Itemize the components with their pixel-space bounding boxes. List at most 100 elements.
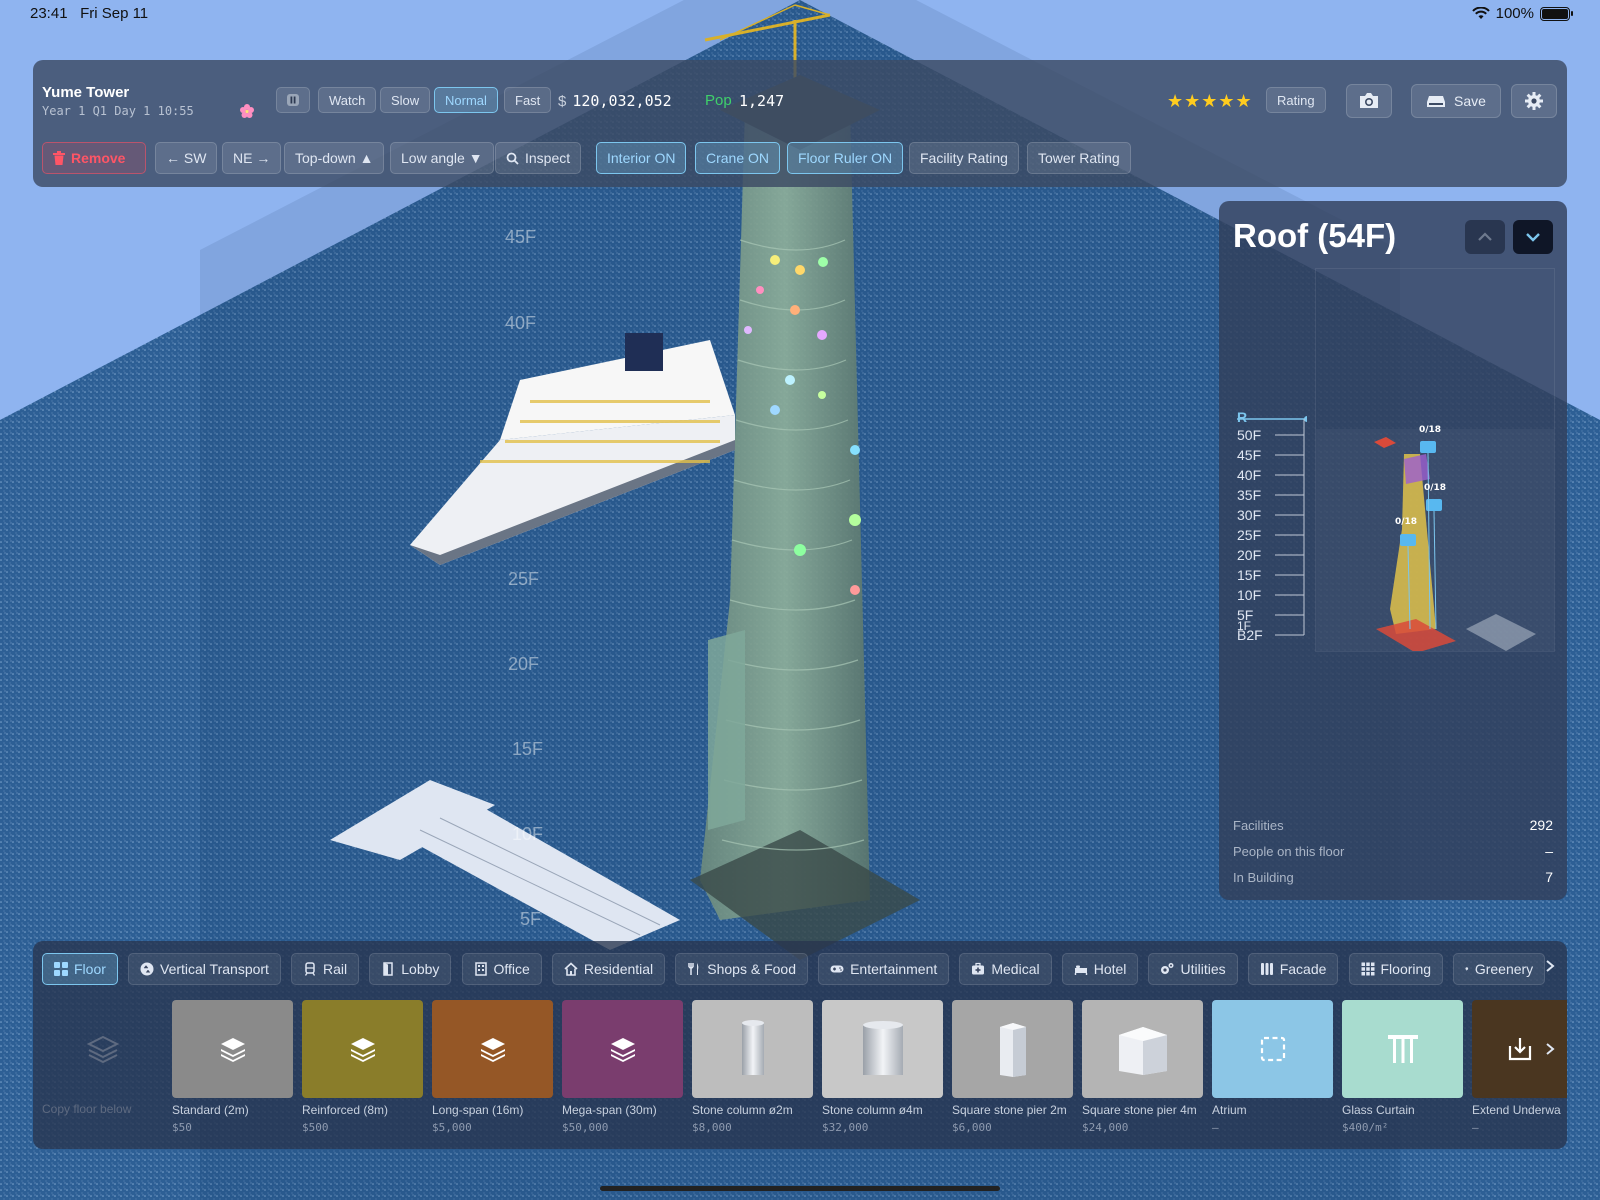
item-price: $32,000 bbox=[822, 1121, 869, 1134]
item-name: Square stone pier 2m bbox=[952, 1103, 1067, 1117]
magnifier-icon bbox=[506, 152, 519, 165]
item-name: Square stone pier 4m bbox=[1082, 1103, 1197, 1117]
copy-floor-below-item[interactable]: Copy floor below bbox=[42, 1000, 163, 1117]
tab-facade[interactable]: Facade bbox=[1247, 953, 1339, 985]
chevron-down-icon bbox=[1526, 233, 1540, 242]
columns-icon bbox=[1260, 963, 1273, 975]
tab-entertainment[interactable]: Entertainment bbox=[818, 953, 950, 985]
tabs-scroll-right-icon[interactable] bbox=[1545, 959, 1555, 973]
item-price: $50,000 bbox=[562, 1121, 609, 1134]
build-item[interactable]: Stone column ø4m $32,000 bbox=[822, 1000, 943, 1134]
top-down-view-button[interactable]: Top-down ▲ bbox=[284, 142, 385, 174]
ruler-label: 50F bbox=[1237, 427, 1262, 443]
rating-button[interactable]: Rating bbox=[1266, 87, 1326, 113]
crane-toggle[interactable]: Crane ON bbox=[695, 142, 781, 174]
category-tabs: Floor Vertical Transport Rail Lobby Offi… bbox=[42, 953, 1550, 985]
item-swatch bbox=[1212, 1000, 1333, 1098]
elevator-badge: 0/18 bbox=[1419, 425, 1442, 435]
game-date: Year 1 Q1 Day 1 10:55 bbox=[42, 104, 194, 118]
build-item[interactable]: Square stone pier 2m $6,000 bbox=[952, 1000, 1073, 1134]
build-item[interactable]: Standard (2m) $50 bbox=[172, 1000, 293, 1134]
ruler-label: B2F bbox=[1237, 627, 1263, 643]
status-right: 100% bbox=[1471, 5, 1573, 22]
scene-floor-label: 20F bbox=[508, 654, 539, 674]
floor-up-button[interactable] bbox=[1465, 220, 1505, 254]
speed-slow-button[interactable]: Slow bbox=[380, 87, 431, 113]
save-label: Save bbox=[1454, 93, 1486, 109]
train-icon bbox=[304, 962, 316, 976]
item-name: Stone column ø4m bbox=[822, 1103, 923, 1117]
build-item[interactable]: Extend Underwa – bbox=[1472, 1000, 1567, 1134]
tab-greenery[interactable]: Greenery bbox=[1453, 953, 1546, 985]
tab-flooring[interactable]: Flooring bbox=[1348, 953, 1444, 985]
gears-icon bbox=[1161, 963, 1174, 974]
tab-shops-food[interactable]: Shops & Food bbox=[675, 953, 808, 985]
floor-down-button[interactable] bbox=[1513, 220, 1553, 254]
tab-floor[interactable]: Floor bbox=[42, 953, 118, 985]
build-items: Copy floor below Standard (2m) $50 Reinf… bbox=[33, 1000, 1567, 1140]
build-item[interactable]: Glass Curtain $400/m² bbox=[1342, 1000, 1463, 1134]
item-name: Standard (2m) bbox=[172, 1103, 249, 1117]
ruler-label: 40F bbox=[1237, 467, 1262, 483]
population-value: 1,247 bbox=[739, 92, 785, 110]
build-item[interactable]: Mega-span (30m) $50,000 bbox=[562, 1000, 683, 1134]
building-icon bbox=[474, 962, 487, 976]
item-price: $400/m² bbox=[1342, 1121, 1389, 1134]
tower-minimap[interactable]: 0/18 0/18 0/18 bbox=[1315, 268, 1555, 653]
tab-medical[interactable]: Medical bbox=[959, 953, 1052, 985]
screenshot-button[interactable] bbox=[1346, 84, 1392, 118]
ruler-label: 45F bbox=[1237, 447, 1262, 463]
house-icon bbox=[564, 962, 578, 976]
medkit-icon bbox=[972, 962, 985, 975]
rotate-ne-button[interactable]: NE → bbox=[222, 142, 282, 174]
floor-info-panel: Roof (54F) 0/18 0/18 0/18 R 50F 45F 40F … bbox=[1219, 201, 1567, 900]
item-swatch bbox=[562, 1000, 683, 1098]
build-item[interactable]: Long-span (16m) $5,000 bbox=[432, 1000, 553, 1134]
tab-residential[interactable]: Residential bbox=[551, 953, 666, 985]
battery-percent: 100% bbox=[1495, 5, 1534, 22]
build-item[interactable]: Stone column ø2m $8,000 bbox=[692, 1000, 813, 1134]
floor-ruler-toggle[interactable]: Floor Ruler ON bbox=[787, 142, 904, 174]
rotate-sw-button[interactable]: ← SW bbox=[155, 142, 218, 174]
items-scroll-right-icon[interactable] bbox=[1545, 1042, 1555, 1056]
remove-label: Remove bbox=[71, 150, 126, 166]
speed-normal-button[interactable]: Normal bbox=[434, 87, 498, 113]
download-icon bbox=[1508, 1038, 1531, 1061]
stat-row: Facilities 292 bbox=[1233, 817, 1553, 833]
inspect-button[interactable]: Inspect bbox=[495, 142, 582, 174]
remove-button[interactable]: Remove bbox=[42, 142, 146, 174]
facility-rating-button[interactable]: Facility Rating bbox=[909, 142, 1019, 174]
tab-utilities[interactable]: Utilities bbox=[1148, 953, 1238, 985]
tab-hotel[interactable]: Hotel bbox=[1061, 953, 1139, 985]
inspect-label: Inspect bbox=[525, 150, 571, 166]
speed-watch-button[interactable]: Watch bbox=[318, 87, 377, 113]
scene-floor-label: 40F bbox=[505, 313, 536, 333]
scene-floor-label: 5F bbox=[520, 909, 541, 929]
home-indicator[interactable] bbox=[600, 1186, 1000, 1191]
tab-lobby[interactable]: Lobby bbox=[369, 953, 452, 985]
tree-icon bbox=[1465, 967, 1469, 971]
item-price: $8,000 bbox=[692, 1121, 732, 1134]
save-button[interactable]: Save bbox=[1411, 84, 1501, 118]
tiles-icon bbox=[1361, 962, 1374, 976]
pause-button[interactable] bbox=[276, 87, 310, 113]
disk-icon bbox=[1427, 96, 1446, 107]
tab-vertical-transport[interactable]: Vertical Transport bbox=[128, 953, 281, 985]
interior-toggle[interactable]: Interior ON bbox=[596, 142, 687, 174]
low-angle-view-button[interactable]: Low angle ▼ bbox=[390, 142, 494, 174]
tab-office[interactable]: Office bbox=[461, 953, 542, 985]
speed-fast-button[interactable]: Fast bbox=[504, 87, 552, 113]
layers-icon bbox=[350, 1038, 375, 1062]
tab-rail[interactable]: Rail bbox=[291, 953, 360, 985]
build-item[interactable]: Square stone pier 4m $24,000 bbox=[1082, 1000, 1203, 1134]
item-swatch bbox=[172, 1000, 293, 1098]
settings-button[interactable] bbox=[1511, 84, 1557, 118]
population-label: Pop bbox=[705, 92, 732, 109]
elevator-icon bbox=[140, 962, 154, 976]
column-icon bbox=[741, 1020, 764, 1075]
build-item[interactable]: Reinforced (8m) $500 bbox=[302, 1000, 423, 1134]
elevator-badge: 0/18 bbox=[1395, 517, 1418, 527]
tower-rating-button[interactable]: Tower Rating bbox=[1027, 142, 1131, 174]
build-item[interactable]: Atrium – bbox=[1212, 1000, 1333, 1134]
item-price: – bbox=[1212, 1121, 1219, 1134]
